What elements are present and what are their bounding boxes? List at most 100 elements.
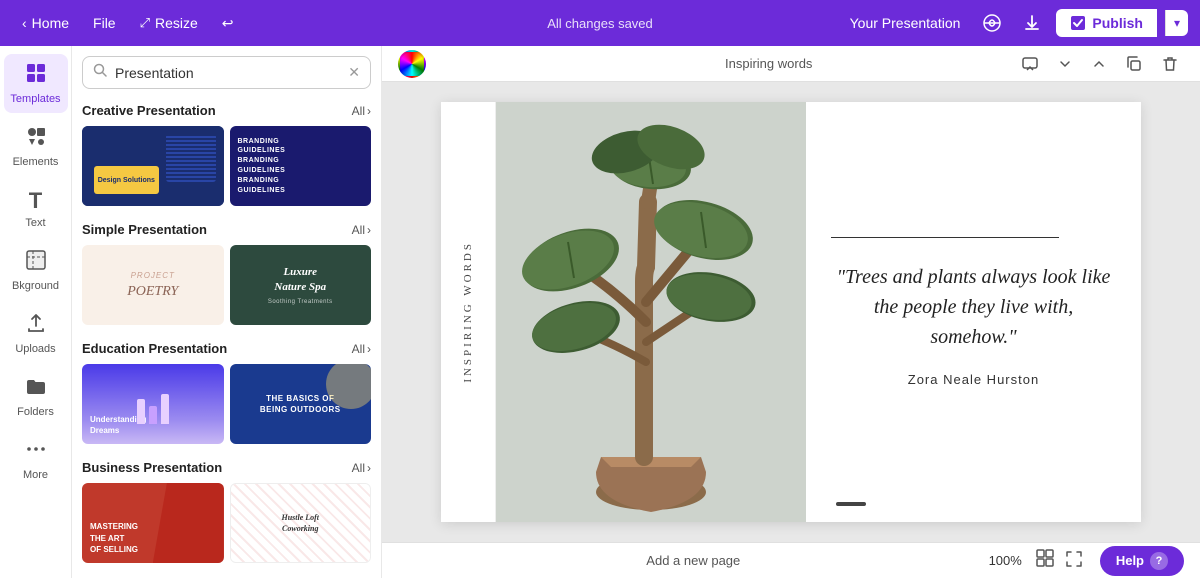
elements-icon (25, 125, 47, 153)
chevron-down-icon: ▾ (1174, 16, 1180, 30)
sidebar-item-more[interactable]: More (4, 430, 68, 489)
text-label: Text (25, 217, 45, 229)
main-layout: Templates Elements T Text (0, 46, 1200, 578)
chevron-up-icon (1091, 56, 1107, 72)
save-status: All changes saved (547, 16, 653, 31)
download-button[interactable] (1016, 7, 1048, 39)
education-template-grid: UnderstandingDreams THE BASICS OFBEING O… (82, 364, 371, 444)
template-card-biz-2[interactable]: Hustle LoftCoworking (230, 483, 372, 563)
slide-canvas[interactable]: Inspiring Words (441, 102, 1141, 522)
expand-button[interactable] (1086, 51, 1112, 77)
trash-icon (1161, 55, 1179, 73)
publish-button[interactable]: Publish (1056, 9, 1157, 37)
grid-view-icon (1035, 548, 1055, 568)
fullscreen-icon (1065, 550, 1083, 568)
template-card-edu-1[interactable]: UnderstandingDreams (82, 364, 224, 444)
sidebar-item-background[interactable]: Bkground (4, 241, 68, 300)
background-label: Bkground (12, 280, 59, 292)
resize-button[interactable]: ⤢ Resize (130, 11, 208, 35)
folders-label: Folders (17, 406, 54, 418)
collapse-button[interactable] (1052, 51, 1078, 77)
more-label: More (23, 469, 48, 481)
spectrum-icon (398, 50, 426, 78)
chevron-left-icon: ‹ (22, 15, 27, 31)
creative-section-header: Creative Presentation All › (82, 103, 371, 118)
publish-icon (1070, 15, 1086, 31)
sidebar-item-text[interactable]: T Text (4, 180, 68, 237)
chevron-right-icon: › (367, 342, 371, 356)
canvas-area: Inspiring words (382, 46, 1200, 578)
help-button[interactable]: Help ? (1100, 546, 1184, 576)
sidebar-item-elements[interactable]: Elements (4, 117, 68, 176)
template-card-simple-2[interactable]: LuxureNature Spa Soothing Treatments (230, 245, 372, 325)
business-section-header: Business Presentation All › (82, 460, 371, 475)
sidebar-icons: Templates Elements T Text (0, 46, 72, 578)
creative-all-button[interactable]: All › (352, 104, 371, 118)
folders-icon (25, 375, 47, 403)
slide-tab-label: Inspiring words (725, 56, 1008, 71)
zoom-level: 100% (989, 553, 1022, 568)
simple-section-header: Simple Presentation All › (82, 222, 371, 237)
add-page-button[interactable]: Add a new page (398, 545, 989, 576)
sidebar-item-uploads[interactable]: Uploads (4, 304, 68, 363)
home-button[interactable]: ‹ Home (12, 11, 79, 35)
text-icon: T (29, 188, 42, 214)
comment-icon (1021, 55, 1039, 73)
share-icon (982, 13, 1002, 33)
clear-search-button[interactable]: ✕ (348, 64, 360, 81)
slide-right-section: "Trees and plants always look like the p… (806, 102, 1141, 522)
copy-slide-button[interactable] (1120, 50, 1148, 78)
education-section-header: Education Presentation All › (82, 341, 371, 356)
chevron-down-icon (1057, 56, 1073, 72)
background-icon (25, 249, 47, 277)
templates-panel: ✕ Creative Presentation All › Design Sol… (72, 46, 382, 578)
templates-label: Templates (10, 93, 60, 105)
search-input[interactable] (115, 65, 340, 81)
search-icon (93, 63, 107, 82)
chevron-right-icon: › (367, 461, 371, 475)
bottom-bar: Add a new page 100% Help (382, 542, 1200, 578)
creative-section-title: Creative Presentation (82, 103, 216, 118)
templates-icon (25, 62, 47, 90)
template-card-creative-2[interactable]: BRANDINGGUIDELINESBRANDINGGUIDELINESBRAN… (230, 126, 372, 206)
template-card-simple-1[interactable]: PROJECT POETRY (82, 245, 224, 325)
business-template-grid: MASTERINGTHE ARTOF SELLING Hustle LoftCo… (82, 483, 371, 563)
more-icon (25, 438, 47, 466)
file-button[interactable]: File (83, 11, 126, 35)
share-button[interactable] (976, 7, 1008, 39)
download-icon (1022, 13, 1042, 33)
simple-all-button[interactable]: All › (352, 223, 371, 237)
grid-view-button[interactable] (1030, 543, 1060, 578)
top-navigation: ‹ Home File ⤢ Resize ↩ All changes saved… (0, 0, 1200, 46)
elements-label: Elements (13, 156, 59, 168)
template-card-creative-1[interactable]: Design Solutions (82, 126, 224, 206)
slide-decorative-line (831, 237, 1059, 238)
creative-template-grid: Design Solutions BRANDINGGUIDELINESBRAND… (82, 126, 371, 206)
uploads-icon (25, 312, 47, 340)
sidebar-item-templates[interactable]: Templates (4, 54, 68, 113)
slide-page-indicator (836, 502, 866, 506)
sidebar-item-folders[interactable]: Folders (4, 367, 68, 426)
slide-canvas-wrapper: Inspiring Words (382, 82, 1200, 542)
presentation-title: Your Presentation (850, 15, 961, 31)
comment-button[interactable] (1016, 50, 1044, 78)
business-all-button[interactable]: All › (352, 461, 371, 475)
undo-icon: ↩ (222, 15, 234, 32)
delete-slide-button[interactable] (1156, 50, 1184, 78)
publish-dropdown-button[interactable]: ▾ (1165, 10, 1188, 36)
education-all-button[interactable]: All › (352, 342, 371, 356)
plant-svg (496, 102, 806, 522)
slide-left-strip: Inspiring Words (441, 102, 496, 522)
fullscreen-button[interactable] (1060, 545, 1088, 576)
template-card-biz-1[interactable]: MASTERINGTHE ARTOF SELLING (82, 483, 224, 563)
copy-icon (1125, 55, 1143, 73)
template-card-edu-2[interactable]: THE BASICS OFBEING OUTDOORS (230, 364, 372, 444)
slide-quote: "Trees and plants always look like the p… (831, 262, 1116, 352)
resize-icon: ⤢ (140, 15, 150, 31)
simple-section-title: Simple Presentation (82, 222, 207, 237)
education-section-title: Education Presentation (82, 341, 227, 356)
slide-toolbar: Inspiring words (382, 46, 1200, 82)
slide-vertical-text: Inspiring Words (462, 241, 474, 383)
undo-button[interactable]: ↩ (212, 11, 244, 36)
business-section-title: Business Presentation (82, 460, 222, 475)
